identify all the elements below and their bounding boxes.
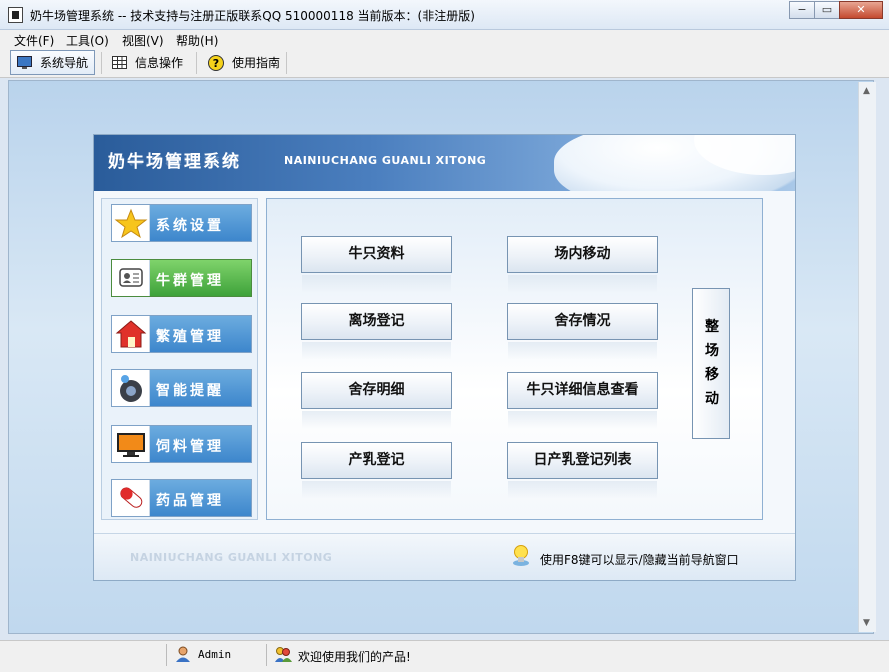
window-controls: − ▭ ✕	[789, 1, 883, 19]
toolbar-info-label: 信息操作	[135, 56, 184, 70]
sidebar-item-label: 药品管理	[156, 493, 224, 509]
sidebar-item-medicine-management[interactable]: 药品管理	[111, 479, 252, 517]
sidebar-item-feed-management[interactable]: 饲料管理	[111, 425, 252, 463]
whole-farm-move-button[interactable]: 整 场 移 动	[692, 288, 730, 439]
toolbar: 系统导航 信息操作 ? 使用指南	[0, 48, 889, 78]
id-card-icon	[119, 268, 143, 287]
status-bar: Admin 欢迎使用我们的产品!	[0, 640, 889, 672]
grid-icon	[112, 56, 127, 69]
app-icon	[8, 7, 23, 23]
status-welcome: 欢迎使用我们的产品!	[298, 650, 411, 664]
cattle-detail-query-button[interactable]: 牛只详细信息查看	[507, 372, 658, 429]
toolbar-guide-button[interactable]: ? 使用指南	[202, 50, 286, 75]
help-icon: ?	[208, 54, 224, 71]
banner: 奶牛场管理系统 奶牛场管理系统 NAINIUCHANG GUANLI XITON…	[94, 135, 795, 191]
toolbar-separator	[101, 52, 102, 74]
menu-file[interactable]: 文件(F)	[14, 32, 54, 49]
toolbar-nav-label: 系统导航	[40, 56, 89, 70]
menu-tools[interactable]: 工具(O)	[66, 32, 109, 49]
sidebar: 系统设置 牛群管理 繁殖管理 智能提醒 饲料管理 药品管理	[101, 198, 258, 520]
menu-help[interactable]: 帮助(H)	[176, 32, 218, 49]
milk-register-button[interactable]: 产乳登记	[301, 442, 452, 499]
pill-icon	[120, 487, 143, 508]
title-bar: 奶牛场管理系统 -- 技术支持与注册正版联系QQ 510000118 当前版本：…	[0, 0, 889, 30]
close-button[interactable]: ✕	[839, 1, 883, 19]
toolbar-separator	[286, 52, 287, 74]
sidebar-item-label: 饲料管理	[156, 439, 224, 455]
scroll-up-icon[interactable]: ▲	[863, 86, 870, 96]
vertical-scrollbar[interactable]: ▲ ▼	[858, 82, 876, 632]
speaker-icon	[120, 375, 142, 402]
sidebar-item-system-settings[interactable]: 系统设置	[111, 204, 252, 242]
banner-subtitle: NAINIUCHANG GUANLI XITONG	[284, 154, 487, 167]
status-divider	[266, 644, 267, 666]
sidebar-item-label: 系统设置	[156, 218, 224, 234]
sidebar-item-label: 智能提醒	[156, 383, 224, 399]
toolbar-guide-label: 使用指南	[232, 56, 281, 70]
scroll-down-icon[interactable]: ▼	[863, 618, 870, 628]
whole-farm-move-label: 整 场 移 动	[705, 319, 719, 407]
status-user: Admin	[198, 648, 232, 661]
monitor-icon	[17, 56, 32, 69]
footer-tip: 使用F8键可以显示/隐藏当前导航窗口	[540, 553, 739, 567]
sidebar-item-label: 牛群管理	[156, 273, 224, 289]
barn-status-button[interactable]: 舍存情况	[507, 303, 658, 360]
navigation-panel: 奶牛场管理系统 奶牛场管理系统 NAINIUCHANG GUANLI XITON…	[93, 134, 796, 581]
leave-register-button[interactable]: 离场登记	[301, 303, 452, 360]
toolbar-info-button[interactable]: 信息操作	[106, 50, 189, 75]
svg-text:?: ?	[213, 57, 219, 70]
cattle-info-button[interactable]: 牛只资料	[301, 236, 452, 293]
minimize-button[interactable]: −	[789, 1, 815, 19]
daily-milk-list-button[interactable]: 日产乳登记列表	[507, 442, 658, 499]
lightbulb-icon	[513, 545, 529, 566]
sidebar-item-breeding-management[interactable]: 繁殖管理	[111, 315, 252, 353]
barn-detail-button[interactable]: 舍存明细	[301, 372, 452, 429]
maximize-button[interactable]: ▭	[814, 1, 840, 19]
move-in-farm-button[interactable]: 场内移动	[507, 236, 658, 293]
users-group-icon	[275, 647, 292, 662]
menu-view[interactable]: 视图(V)	[122, 32, 164, 49]
sidebar-item-smart-reminder[interactable]: 智能提醒	[111, 369, 252, 407]
toolbar-nav-button[interactable]: 系统导航	[10, 50, 96, 75]
window-title: 奶牛场管理系统 -- 技术支持与注册正版联系QQ 510000118 当前版本：…	[30, 9, 475, 23]
banner-title-reflection: 奶牛场管理系统	[108, 154, 241, 166]
sidebar-item-label: 繁殖管理	[156, 329, 224, 345]
toolbar-separator	[196, 52, 197, 74]
monitor-icon	[117, 433, 145, 457]
menu-bar: 文件(F) 工具(O) 视图(V) 帮助(H)	[0, 30, 889, 48]
status-divider	[166, 644, 167, 666]
footer-brand: NAINIUCHANG GUANLI XITONG	[130, 551, 333, 564]
user-icon	[176, 646, 190, 662]
star-icon	[114, 208, 148, 239]
panel-footer: NAINIUCHANG GUANLI XITONG 使用F8键可以显示/隐藏当前…	[94, 533, 795, 580]
house-icon	[115, 320, 147, 348]
sidebar-item-herd-management[interactable]: 牛群管理	[111, 259, 252, 297]
